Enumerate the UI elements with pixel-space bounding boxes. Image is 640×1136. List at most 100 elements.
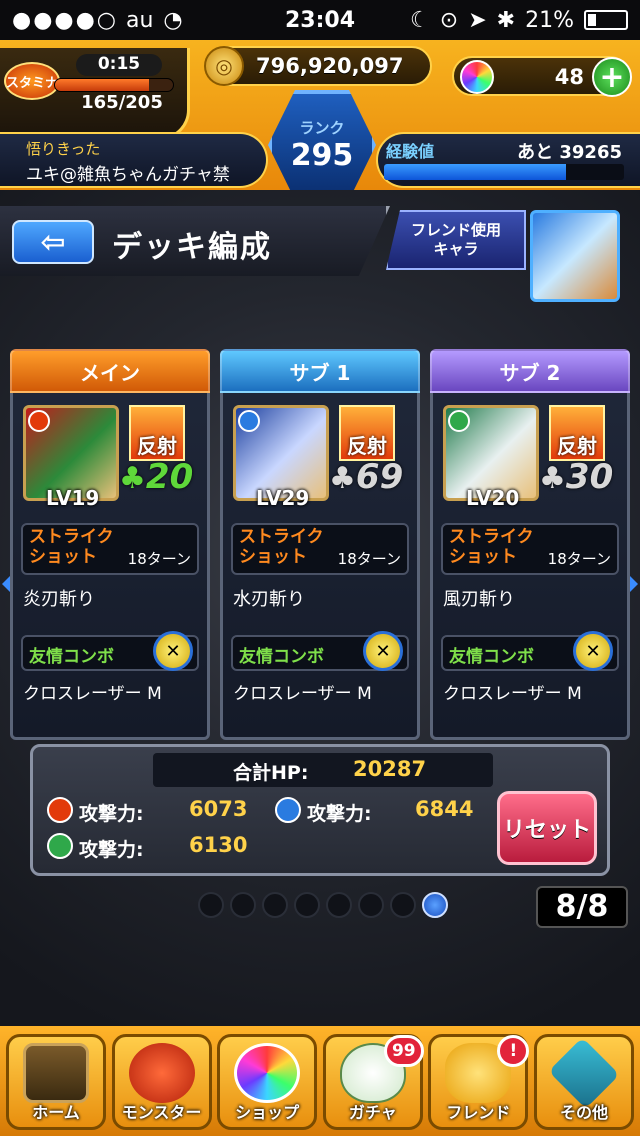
- pager-dot[interactable]: [422, 892, 448, 918]
- pager-dot[interactable]: [262, 892, 288, 918]
- water-attack-label: 攻撃力:: [307, 803, 372, 825]
- coin-icon: ◎: [204, 46, 244, 86]
- luck-number: 69: [355, 457, 404, 497]
- monster-portrait[interactable]: LV29: [233, 405, 329, 510]
- total-hp-value: 20287: [353, 757, 427, 781]
- luck-value: ♣69: [329, 457, 403, 497]
- luck-number: 30: [565, 457, 614, 497]
- bottom-tab-bar: ホーム モンスター ショップ 99 ガチャ ! フレンド その他: [0, 1026, 640, 1136]
- exp-bar: [384, 164, 624, 180]
- friend-combo-name: クロスレーザー M: [233, 684, 372, 704]
- wood-attack-label: 攻撃力:: [79, 839, 144, 861]
- pager-dot[interactable]: [198, 892, 224, 918]
- gold-panel: ◎ 796,920,097: [204, 46, 432, 86]
- monster-level: LV29: [256, 486, 310, 510]
- status-bar: ●●●●○ au ◔ 23:04 ☾ ⊙ ➤ ✱ 21%: [0, 0, 640, 40]
- friend-combo-label: 友情コンボ: [29, 647, 114, 667]
- gacha-count-badge: 99: [383, 1035, 424, 1067]
- strike-shot-box: ストライクショット 18ターン: [231, 523, 409, 575]
- strike-shot-label: ストライクショット: [449, 527, 534, 567]
- luck-value: ♣20: [119, 457, 193, 497]
- top-header: スタミナ 0:15 165/205 ◎ 796,920,097 48 + 悟りき…: [0, 40, 640, 200]
- tab-home[interactable]: ホーム: [6, 1034, 106, 1130]
- friend-combo-label: 友情コンボ: [449, 647, 534, 667]
- reflect-badge: 反射: [549, 405, 605, 461]
- friend-character-portrait[interactable]: [530, 210, 620, 302]
- monster-portrait[interactable]: LV19: [23, 405, 119, 510]
- other-icon: [548, 1037, 620, 1109]
- rainbow-orb-icon: [234, 1043, 301, 1103]
- page-title: デッキ編成: [112, 230, 272, 265]
- luck-value: ♣30: [539, 457, 613, 497]
- tab-label: モンスター: [121, 1103, 202, 1122]
- strike-shot-turns: 18ターン: [127, 550, 191, 568]
- home-gate-icon: [23, 1043, 89, 1103]
- tab-gacha[interactable]: 99 ガチャ: [322, 1034, 424, 1130]
- tab-label: フレンド: [446, 1103, 511, 1122]
- strike-shot-label: ストライクショット: [29, 527, 114, 567]
- reflect-badge: 反射: [129, 405, 185, 461]
- water-attack-value: 6844: [415, 797, 474, 821]
- pager-dot[interactable]: [326, 892, 352, 918]
- fire-attack-value: 6073: [189, 797, 248, 821]
- clock: 23:04: [284, 7, 356, 33]
- monster-icon: [128, 1043, 195, 1103]
- strike-shot-box: ストライクショット 18ターン: [21, 523, 199, 575]
- exp-panel: 経験値 あと 39265: [376, 132, 640, 188]
- tab-monster[interactable]: モンスター: [111, 1034, 212, 1130]
- friend-combo-box: 友情コンボ ✕: [441, 631, 619, 671]
- friend-combo-label: 友情コンボ: [239, 647, 324, 667]
- gold-value: 796,920,097: [256, 54, 404, 78]
- strike-shot-label: ストライクショット: [239, 527, 324, 567]
- pager-dot[interactable]: [294, 892, 320, 918]
- total-hp-label: 合計HP:: [233, 762, 309, 784]
- tab-label: ホーム: [32, 1103, 80, 1122]
- strike-shot-name: 炎刃斬り: [23, 589, 95, 610]
- battery-icon: [584, 10, 628, 30]
- deck-header: ⇦ デッキ編成: [0, 206, 390, 276]
- friend-combo-box: 友情コンボ ✕: [231, 631, 409, 671]
- monster-level: LV20: [466, 486, 520, 510]
- friend-combo-name: クロスレーザー M: [443, 684, 582, 704]
- tab-other[interactable]: その他: [533, 1034, 634, 1130]
- total-hp-row: 合計HP: 20287: [153, 753, 493, 787]
- deck-pager: [198, 892, 448, 918]
- pager-dot[interactable]: [358, 892, 384, 918]
- stamina-bar: [54, 78, 174, 92]
- friend-button-line1: フレンド使用: [410, 221, 501, 239]
- tab-label: ショップ: [235, 1103, 300, 1122]
- buy-orbs-button[interactable]: +: [592, 57, 632, 97]
- fire-attack-label: 攻撃力:: [79, 803, 144, 825]
- wood-attack-value: 6130: [189, 833, 248, 857]
- strike-shot-box: ストライクショット 18ターン: [441, 523, 619, 575]
- deck-slot-sub1[interactable]: サブ 1 LV29 反射 ♣69 ストライクショット 18ターン 水刃斬り 友情…: [220, 349, 420, 740]
- deck-slot-main[interactable]: メイン LV19 反射 ♣20 ストライクショット 18ターン 炎刃斬り 友情コ…: [10, 349, 210, 740]
- clover-icon: ♣: [539, 461, 566, 496]
- water-element-icon: [238, 410, 260, 432]
- strike-shot-name: 風刃斬り: [443, 589, 515, 610]
- wood-element-icon: [448, 410, 470, 432]
- deck-slot-sub2[interactable]: サブ 2 LV20 反射 ♣30 ストライクショット 18ターン 風刃斬り 友情…: [430, 349, 630, 740]
- cross-laser-icon: ✕: [573, 631, 613, 671]
- wood-element-icon: [47, 833, 73, 859]
- strike-shot-name: 水刃斬り: [233, 589, 305, 610]
- tab-shop[interactable]: ショップ: [217, 1034, 318, 1130]
- exp-remaining: あと 39265: [517, 142, 622, 163]
- strike-shot-turns: 18ターン: [337, 550, 401, 568]
- monster-portrait[interactable]: LV20: [443, 405, 539, 510]
- friend-button-line2: キャラ: [433, 240, 479, 258]
- reflect-badge: 反射: [339, 405, 395, 461]
- tab-friend[interactable]: ! フレンド: [428, 1034, 530, 1130]
- friend-alert-badge: !: [497, 1035, 530, 1067]
- friend-character-button[interactable]: フレンド使用 キャラ: [386, 210, 526, 270]
- pager-dot[interactable]: [390, 892, 416, 918]
- reset-button[interactable]: リセット: [497, 791, 597, 865]
- stamina-icon: スタミナ: [4, 62, 60, 100]
- cross-laser-icon: ✕: [153, 631, 193, 671]
- friend-combo-box: 友情コンボ ✕: [21, 631, 199, 671]
- deck-summary: 合計HP: 20287 攻撃力: 6073 攻撃力: 6844 攻撃力: 613…: [30, 744, 610, 876]
- user-panel[interactable]: 悟りきった ユキ@雑魚ちゃんガチャ禁: [0, 132, 268, 188]
- rank-value: 295: [290, 138, 354, 173]
- pager-dot[interactable]: [230, 892, 256, 918]
- back-button[interactable]: ⇦: [12, 220, 94, 264]
